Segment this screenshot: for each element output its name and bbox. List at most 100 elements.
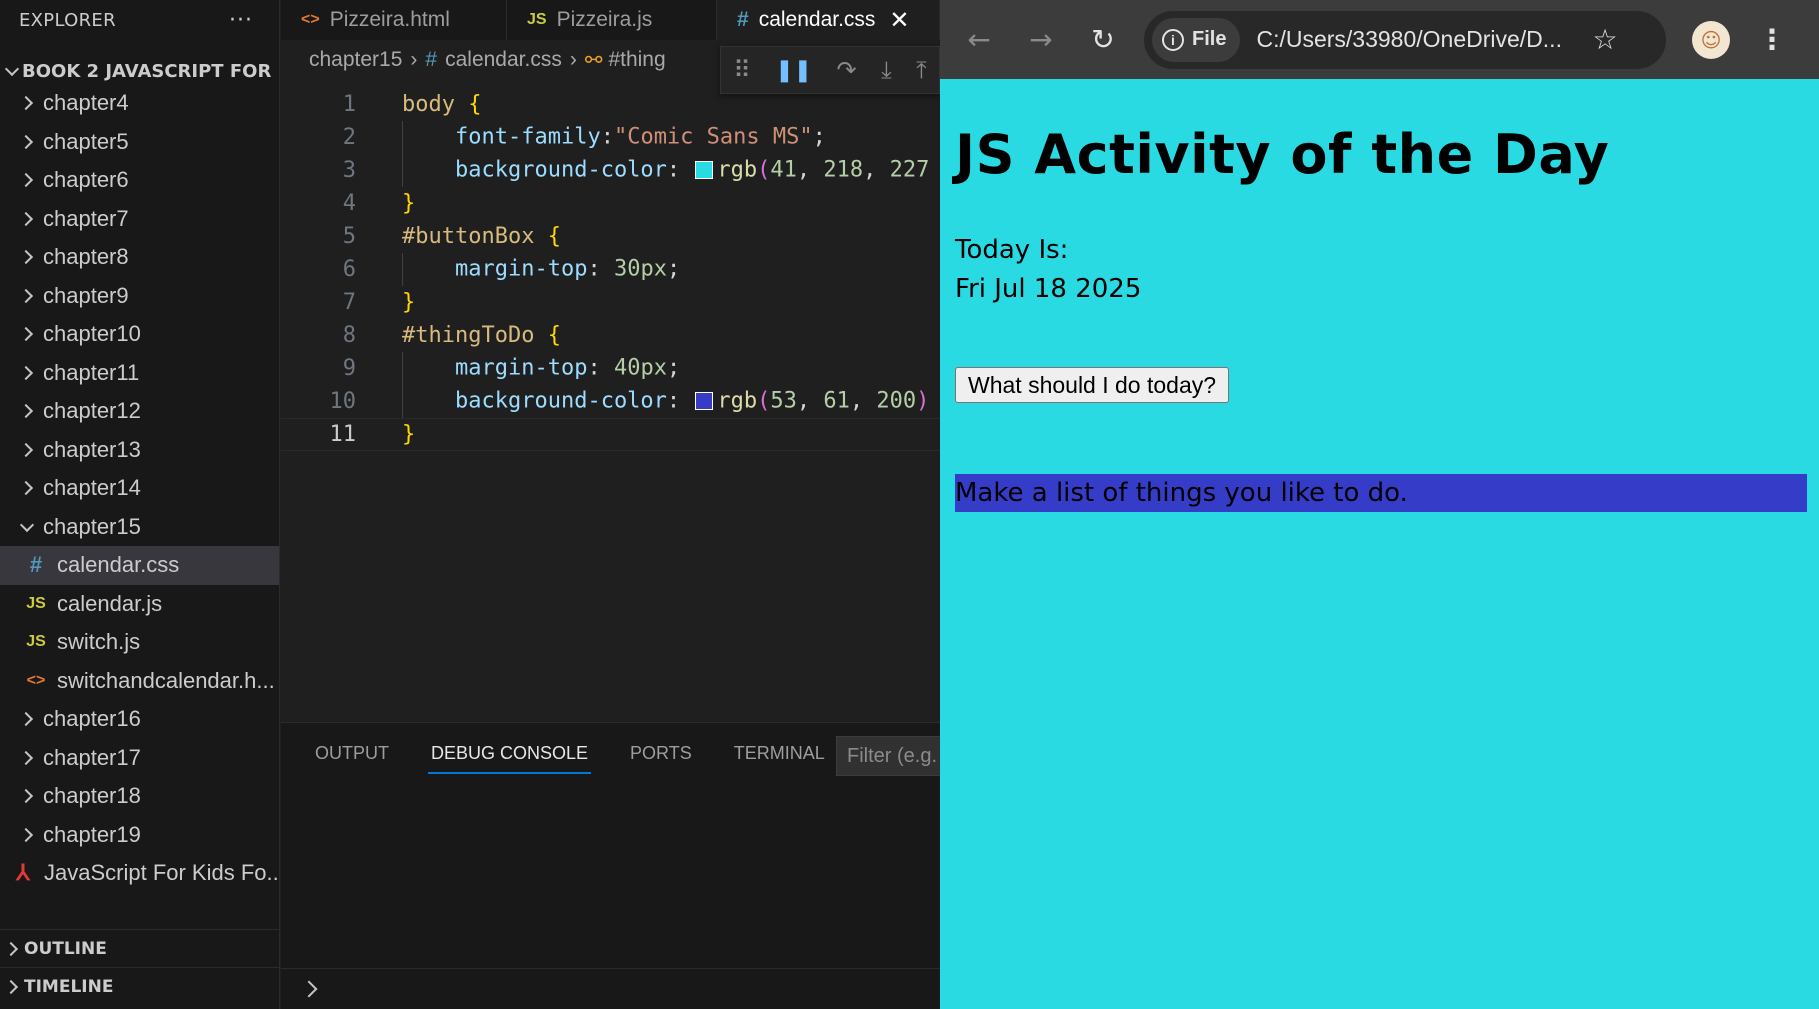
folder-label: chapter18 [43, 783, 141, 809]
breadcrumb-folder[interactable]: chapter15 [309, 48, 402, 72]
step-over-icon[interactable]: ↷ [837, 56, 857, 84]
folder-chapter13[interactable]: chapter13 [0, 431, 279, 470]
forward-arrow-icon[interactable]: → [1020, 19, 1062, 61]
step-into-icon[interactable]: ⤓ [881, 56, 892, 84]
folder-label: chapter4 [43, 90, 129, 116]
code-line: 11} [281, 418, 940, 451]
what-should-i-do-button[interactable]: What should I do today? [955, 367, 1230, 403]
folder-chapter17[interactable]: chapter17 [0, 739, 279, 778]
line-number: 9 [342, 356, 356, 381]
address-bar[interactable]: i File C:/Users/33980/OneDrive/D... ☆ [1144, 10, 1666, 69]
file-calendar-css[interactable]: # calendar.css [0, 546, 279, 585]
line-number: 5 [342, 224, 356, 249]
step-out-icon[interactable]: ⤒ [916, 56, 927, 84]
folder-chapter11[interactable]: chapter11 [0, 354, 279, 393]
outline-section[interactable]: OUTLINE [0, 929, 279, 967]
url-text[interactable]: C:/Users/33980/OneDrive/D... [1256, 26, 1586, 53]
chevron-right-icon [4, 980, 18, 994]
code-line: 4} [281, 187, 940, 220]
line-number: 7 [342, 290, 356, 315]
info-icon: i [1162, 28, 1184, 51]
color-swatch-cyan[interactable] [695, 160, 714, 179]
folder-chapter6[interactable]: chapter6 [0, 161, 279, 200]
folder-chapter8[interactable]: chapter8 [0, 238, 279, 277]
code-editor[interactable]: 1 body { 2 font-family:"Comic Sans MS"; 3b… [281, 88, 940, 451]
code-line: 9 margin-top: 40px; [281, 352, 940, 385]
more-actions-icon[interactable]: ··· [229, 8, 253, 33]
file-pdf[interactable]: ⅄ JavaScript For Kids Fo... [0, 854, 279, 893]
folder-label: chapter9 [43, 282, 129, 308]
folder-label: chapter10 [43, 321, 141, 347]
chevron-right-icon [19, 751, 33, 765]
folder-chapter18[interactable]: chapter18 [0, 777, 279, 816]
folder-label: chapter11 [43, 359, 140, 385]
profile-avatar[interactable]: ☺ [1692, 20, 1730, 59]
chevron-right-icon [19, 212, 33, 226]
folder-chapter12[interactable]: chapter12 [0, 392, 279, 431]
folder-chapter7[interactable]: chapter7 [0, 200, 279, 239]
editor-tabs: <> Pizzeira.html JS Pizzeira.js # calend… [281, 0, 940, 40]
pause-icon[interactable]: ❚❚ [775, 58, 812, 83]
folder-label: chapter14 [43, 475, 141, 501]
chevron-right-icon [19, 404, 33, 418]
close-icon[interactable]: ✕ [889, 6, 909, 35]
tab-pizzeira-html[interactable]: <> Pizzeira.html [281, 0, 507, 40]
file-label: calendar.css [57, 552, 180, 578]
tab-ports[interactable]: PORTS [630, 735, 692, 772]
reload-icon[interactable]: ↻ [1082, 19, 1124, 61]
color-swatch-blue[interactable] [695, 391, 714, 410]
folder-chapter19[interactable]: chapter19 [0, 816, 279, 855]
today-date: Fri Jul 18 2025 [955, 274, 1142, 304]
js-file-icon: JS [26, 594, 46, 612]
chevron-right-icon [19, 481, 33, 495]
file-label: JavaScript For Kids Fo... [44, 860, 279, 886]
file-label: switch.js [57, 629, 141, 655]
prompt-chevron-icon [303, 981, 317, 995]
code-line: 5 #buttonBox { [281, 220, 940, 253]
code-line: 2 font-family:"Comic Sans MS"; [281, 121, 940, 154]
chevron-right-icon [19, 173, 33, 187]
css-file-icon: # [425, 48, 438, 71]
chevron-right-icon [19, 250, 33, 264]
folder-chapter4[interactable]: chapter4 [0, 84, 279, 123]
tab-debug-console[interactable]: DEBUG CONSOLE [427, 735, 592, 774]
today-label: Today Is: [955, 235, 1069, 265]
line-number: 8 [342, 323, 356, 348]
debug-toolbar: ⠿ ❚❚ ↷ ⤓ ⤒ [720, 46, 940, 94]
folder-chapter10[interactable]: chapter10 [0, 315, 279, 354]
file-switch-js[interactable]: JS switch.js [0, 623, 279, 662]
site-info-chip[interactable]: i File [1152, 17, 1241, 62]
tab-output[interactable]: OUTPUT [315, 735, 389, 772]
menu-kebab-icon[interactable]: ⋮ [1758, 23, 1786, 56]
folder-chapter5[interactable]: chapter5 [0, 123, 279, 162]
chevron-right-icon [19, 96, 33, 110]
html-file-icon: <> [301, 11, 320, 28]
line-number: 1 [342, 92, 356, 117]
drag-handle-icon[interactable]: ⠿ [733, 56, 751, 84]
tab-pizzeira-js[interactable]: JS Pizzeira.js [507, 0, 717, 40]
line-number: 10 [329, 389, 357, 414]
folder-chapter14[interactable]: chapter14 [0, 469, 279, 508]
folder-chapter9[interactable]: chapter9 [0, 277, 279, 316]
tab-calendar-css[interactable]: # calendar.css ✕ [717, 0, 940, 40]
filter-input[interactable]: Filter (e.g. [836, 736, 946, 776]
folder-label: chapter17 [43, 744, 141, 770]
file-calendar-js[interactable]: JS calendar.js [0, 585, 279, 624]
code-line: 6 margin-top: 30px; [281, 253, 940, 286]
breadcrumb-symbol[interactable]: #thing [608, 48, 665, 72]
folder-label: chapter7 [43, 205, 129, 231]
bookmark-star-icon[interactable]: ☆ [1592, 23, 1617, 56]
tab-terminal[interactable]: TERMINAL [734, 735, 825, 772]
timeline-label: TIMELINE [24, 976, 114, 997]
file-switchandcalendar-html[interactable]: <> switchandcalendar.h... [0, 662, 279, 701]
file-chip-label: File [1192, 28, 1227, 50]
line-number: 11 [329, 422, 357, 447]
folder-chapter15[interactable]: chapter15 [0, 508, 279, 547]
timeline-section[interactable]: TIMELINE [0, 967, 279, 1005]
browser-toolbar: ← → ↻ i File C:/Users/33980/OneDrive/D..… [940, 0, 1819, 79]
browser-window: ← → ↻ i File C:/Users/33980/OneDrive/D..… [940, 0, 1819, 1009]
pdf-file-icon: ⅄ [16, 860, 30, 886]
folder-chapter16[interactable]: chapter16 [0, 700, 279, 739]
breadcrumb-file[interactable]: calendar.css [445, 48, 562, 72]
back-arrow-icon[interactable]: ← [958, 19, 1000, 61]
